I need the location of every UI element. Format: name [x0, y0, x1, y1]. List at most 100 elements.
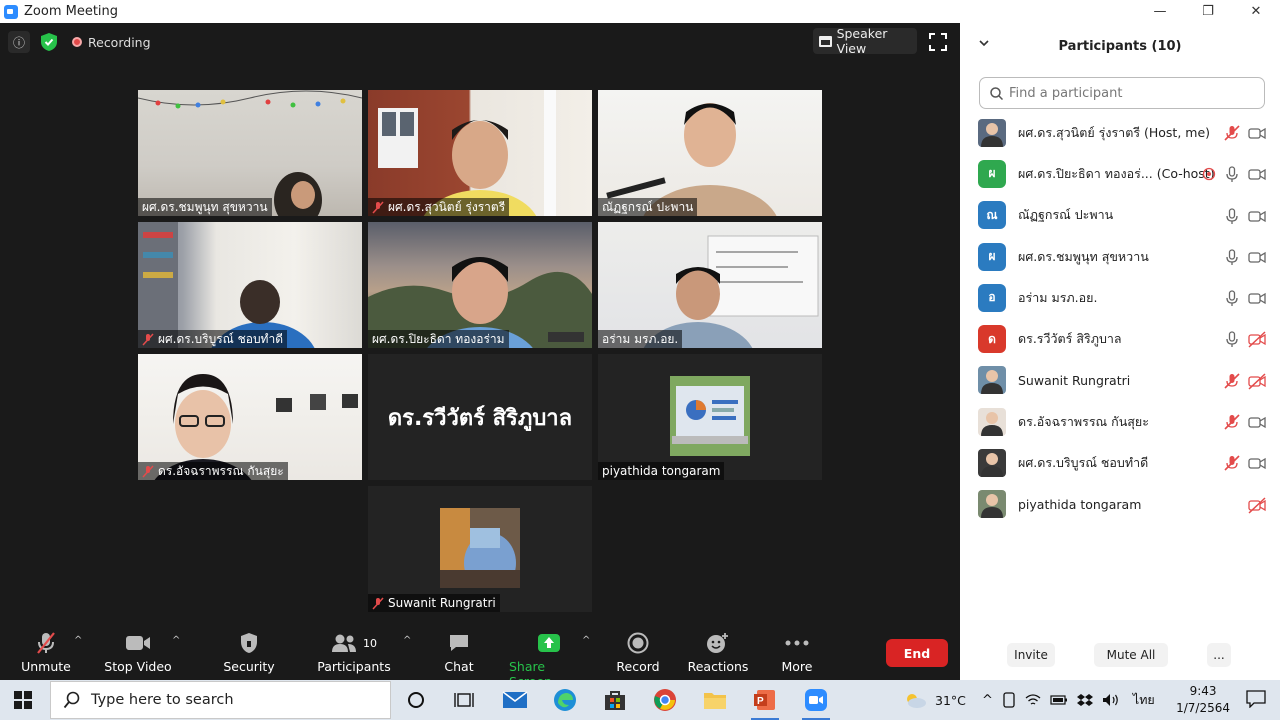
- participant-row[interactable]: อ อร่าม มรภ.อย.: [960, 277, 1280, 318]
- video-tile-active-speaker[interactable]: ผศ.ดร.ปิยะธิดา ทองอร่าม: [368, 222, 592, 348]
- fullscreen-icon[interactable]: [929, 33, 947, 51]
- muted-mic-icon[interactable]: [1223, 413, 1241, 431]
- participant-avatar: [978, 366, 1006, 395]
- video-off-icon[interactable]: [1248, 330, 1266, 349]
- video-tile-camera-off[interactable]: ดร.รวีวัตร์ สิริภูบาล: [368, 354, 592, 480]
- participant-row[interactable]: ด ดร.รวีวัตร์ สิริภูบาล: [960, 318, 1280, 359]
- muted-mic-icon[interactable]: [1223, 372, 1241, 390]
- participants-button[interactable]: 10 Participants: [314, 631, 394, 674]
- video-camera-icon[interactable]: [1248, 165, 1266, 183]
- participant-row[interactable]: piyathida tongaram: [960, 484, 1280, 525]
- video-tile[interactable]: ณัฏฐกรณ์ ปะพาน: [598, 90, 822, 216]
- invite-button[interactable]: Invite: [1007, 643, 1055, 667]
- participant-row[interactable]: ดร.อัจฉราพรรณ กันสุยะ: [960, 401, 1280, 442]
- video-tile[interactable]: ผศ.ดร.ชมพูนุท สุขหวาน: [138, 90, 362, 216]
- participants-options-chevron-icon[interactable]: ^: [403, 635, 411, 646]
- video-camera-icon[interactable]: [1248, 413, 1266, 431]
- video-tile-camera-off[interactable]: Suwanit Rungratri: [368, 486, 592, 612]
- video-camera-icon: [126, 636, 150, 650]
- file-explorer-icon[interactable]: [701, 686, 729, 714]
- clock-time: 9:43: [1189, 684, 1217, 698]
- input-language-label[interactable]: ไทย: [1133, 690, 1155, 710]
- video-tile[interactable]: ผศ.ดร.สุวนิตย์ รุ่งราตรี: [368, 90, 592, 216]
- share-options-chevron-icon[interactable]: ^: [582, 635, 590, 646]
- close-window-button[interactable]: ✕: [1232, 0, 1280, 23]
- participant-avatar: ด: [978, 325, 1006, 354]
- weather-widget[interactable]: 31°C: [903, 680, 966, 720]
- video-options-chevron-icon[interactable]: ^: [172, 635, 180, 646]
- video-camera-icon[interactable]: [1248, 207, 1266, 225]
- reactions-button[interactable]: Reactions: [683, 631, 753, 674]
- video-tile-camera-off[interactable]: piyathida tongaram: [598, 354, 822, 480]
- edge-browser-icon[interactable]: [551, 686, 579, 714]
- chat-button[interactable]: Chat: [424, 631, 494, 674]
- dropbox-icon[interactable]: [1076, 692, 1093, 708]
- taskbar-clock[interactable]: 9:43 1/7/2564: [1176, 683, 1230, 717]
- device-icon[interactable]: [1002, 692, 1016, 708]
- meeting-area: ⓘ Recording Speaker View ผศ.ดร.ชมพูนุท ส…: [0, 23, 960, 680]
- powerpoint-app-icon[interactable]: P: [751, 686, 779, 720]
- video-tile[interactable]: ผศ.ดร.บริบูรณ์ ชอบทำดี: [138, 222, 362, 348]
- video-camera-icon[interactable]: [1248, 454, 1266, 472]
- screen-sharing-indicator-icon: [1202, 168, 1216, 181]
- volume-icon[interactable]: [1102, 693, 1120, 707]
- participant-avatar: ผ: [978, 159, 1006, 188]
- muted-mic-icon: [372, 596, 384, 610]
- mic-icon[interactable]: [1223, 248, 1241, 266]
- security-button[interactable]: Security: [214, 631, 284, 674]
- windows-taskbar: Type here to search P 31°C ^ ไทย 9:43 1/…: [0, 680, 1280, 720]
- participant-avatar: ณ: [978, 201, 1006, 230]
- video-camera-icon[interactable]: [1248, 248, 1266, 266]
- wifi-icon[interactable]: [1025, 693, 1041, 707]
- recording-indicator[interactable]: Recording: [72, 35, 151, 50]
- participant-row[interactable]: ณ ณัฏฐกรณ์ ปะพาน: [960, 195, 1280, 236]
- mail-app-icon[interactable]: [501, 686, 529, 714]
- temperature-label: 31°C: [935, 692, 966, 708]
- participant-row[interactable]: ผ ผศ.ดร.ชมพูนุท สุขหวาน: [960, 236, 1280, 277]
- taskbar-search-box[interactable]: Type here to search: [50, 681, 391, 719]
- store-app-icon[interactable]: [601, 686, 629, 714]
- panel-more-button[interactable]: ...: [1207, 643, 1231, 667]
- zoom-app-icon[interactable]: [802, 686, 830, 720]
- battery-icon[interactable]: [1050, 694, 1068, 706]
- mic-icon[interactable]: [1223, 207, 1241, 225]
- record-icon: [627, 632, 649, 654]
- find-participant-input[interactable]: Find a participant: [979, 77, 1265, 109]
- mic-icon[interactable]: [1223, 165, 1241, 183]
- task-view-icon[interactable]: [450, 686, 478, 714]
- video-off-icon[interactable]: [1248, 372, 1266, 390]
- minimize-button[interactable]: —: [1136, 0, 1184, 23]
- encryption-shield-icon[interactable]: [38, 31, 60, 53]
- video-tile[interactable]: ดร.อัจฉราพรรณ กันสุยะ: [138, 354, 362, 480]
- video-camera-icon[interactable]: [1248, 289, 1266, 307]
- video-camera-icon[interactable]: [1248, 124, 1266, 142]
- cortana-circle-icon[interactable]: [402, 686, 430, 714]
- participant-row[interactable]: ผศ.ดร.สุวนิตย์ รุ่งราตรี (Host, me): [960, 112, 1280, 153]
- end-meeting-button[interactable]: End: [886, 639, 948, 667]
- maximize-button[interactable]: ❐: [1184, 0, 1232, 23]
- more-button[interactable]: More: [762, 631, 832, 674]
- participant-row[interactable]: Suwanit Rungratri: [960, 360, 1280, 401]
- mic-icon[interactable]: [1223, 330, 1241, 348]
- muted-mic-icon[interactable]: [1223, 124, 1241, 142]
- participant-row[interactable]: ผ ผศ.ดร.ปิยะธิดา ทองอร่... (Co-host): [960, 153, 1280, 194]
- chrome-browser-icon[interactable]: [651, 686, 679, 714]
- windows-start-icon[interactable]: [14, 691, 32, 709]
- unmute-button[interactable]: Unmute: [11, 631, 81, 674]
- window-controls: — ❐ ✕: [1136, 0, 1280, 23]
- video-tile[interactable]: อร่าม มรภ.อย.: [598, 222, 822, 348]
- participant-row[interactable]: ผศ.ดร.บริบูรณ์ ชอบทำดี: [960, 442, 1280, 483]
- info-icon[interactable]: ⓘ: [8, 31, 30, 53]
- taskbar-search-placeholder: Type here to search: [91, 692, 234, 708]
- mute-all-button[interactable]: Mute All: [1094, 643, 1168, 667]
- speaker-view-button[interactable]: Speaker View: [813, 26, 917, 56]
- show-hidden-icons-chevron-icon[interactable]: ^: [982, 693, 993, 708]
- mic-icon[interactable]: [1223, 289, 1241, 307]
- muted-mic-icon[interactable]: [1223, 454, 1241, 472]
- video-off-icon[interactable]: [1248, 496, 1266, 514]
- audio-options-chevron-icon[interactable]: ^: [74, 635, 82, 646]
- notifications-icon[interactable]: [1246, 690, 1266, 708]
- record-button[interactable]: Record: [603, 631, 673, 674]
- chat-label: Chat: [444, 659, 474, 674]
- stop-video-button[interactable]: Stop Video: [103, 631, 173, 674]
